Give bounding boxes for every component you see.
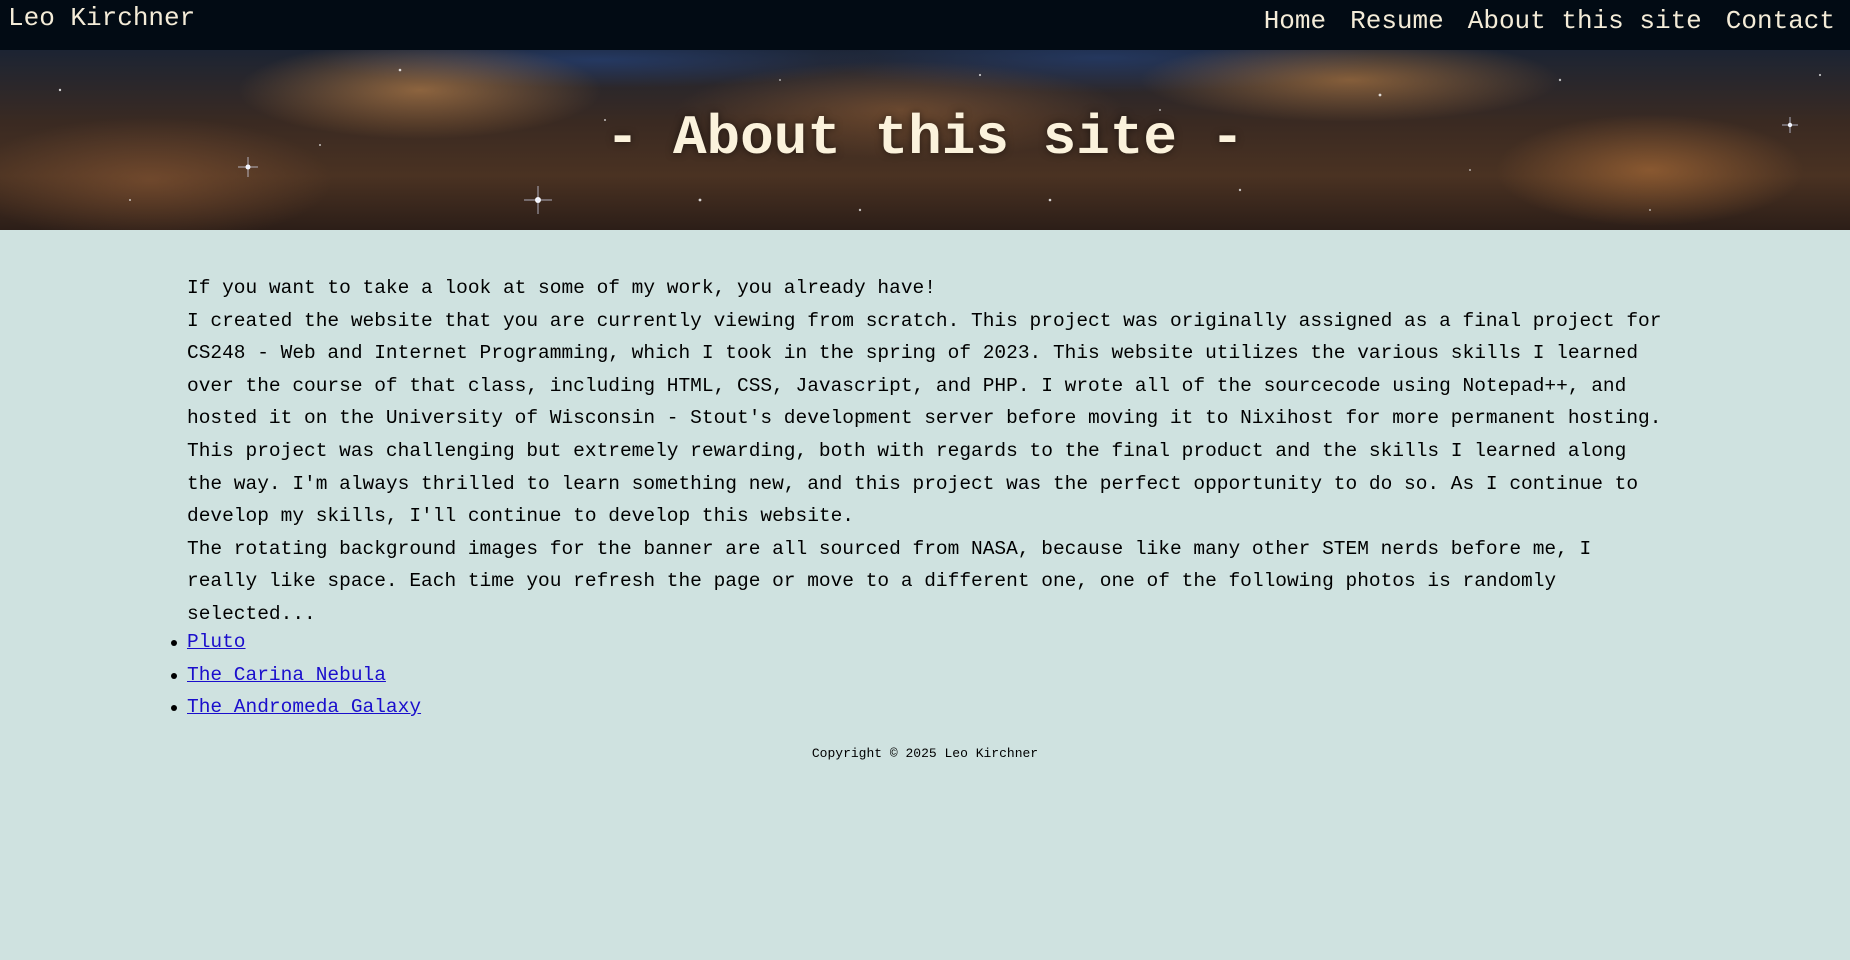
list-item: Pluto bbox=[170, 626, 421, 659]
nav-about-link[interactable]: About this site bbox=[1468, 7, 1702, 35]
nav-contact-link[interactable]: Contact bbox=[1726, 7, 1835, 35]
list-item: The Carina Nebula bbox=[170, 659, 421, 692]
pluto-link[interactable]: Pluto bbox=[187, 631, 246, 653]
project-paragraph: I created the website that you are curre… bbox=[187, 309, 1662, 430]
nav-home-link[interactable]: Home bbox=[1264, 7, 1326, 35]
top-navigation-bar: Leo Kirchner Home Resume About this site… bbox=[0, 0, 1850, 50]
challenge-paragraph: This project was challenging but extreme… bbox=[187, 439, 1639, 528]
carina-nebula-link[interactable]: The Carina Nebula bbox=[187, 664, 386, 686]
copyright-footer: Copyright © 2025 Leo Kirchner bbox=[811, 746, 1039, 761]
main-nav: Home Resume About this site Contact bbox=[1264, 7, 1835, 35]
banner-paragraph: The rotating background images for the b… bbox=[187, 537, 1592, 625]
space-banner: - About this site - bbox=[0, 50, 1850, 230]
nav-resume-link[interactable]: Resume bbox=[1350, 7, 1444, 35]
photo-link-list: Pluto The Carina Nebula The Andromeda Ga… bbox=[170, 626, 421, 724]
list-item: The Andromeda Galaxy bbox=[170, 691, 421, 724]
main-content: If you want to take a look at some of my… bbox=[187, 272, 1667, 631]
page-title: - About this site - bbox=[605, 106, 1245, 170]
intro-paragraph: If you want to take a look at some of my… bbox=[187, 277, 936, 299]
andromeda-galaxy-link[interactable]: The Andromeda Galaxy bbox=[187, 696, 421, 718]
site-name: Leo Kirchner bbox=[8, 3, 196, 33]
